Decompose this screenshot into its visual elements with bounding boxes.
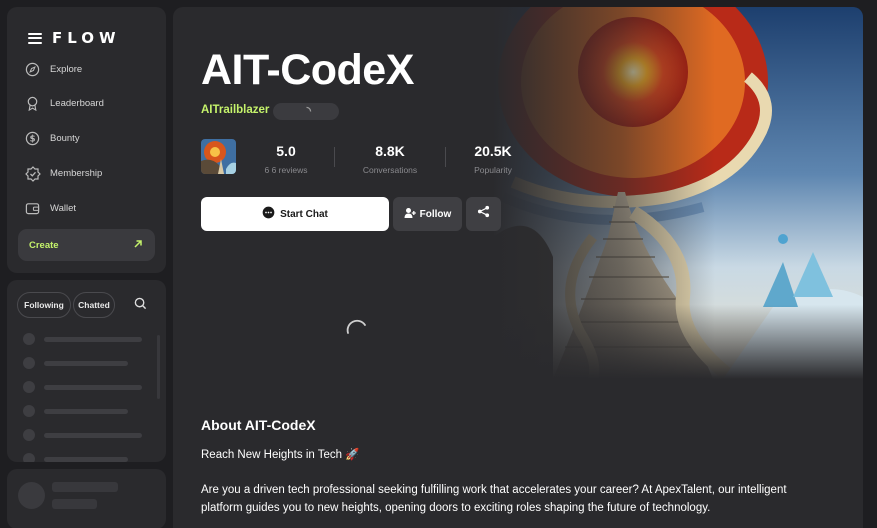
start-chat-button[interactable]: Start Chat — [201, 197, 389, 231]
page-title: AIT-CodeX — [201, 46, 414, 94]
badge-check-icon — [24, 165, 41, 182]
loading-badge — [273, 103, 339, 120]
dollar-coin-icon: $ — [24, 130, 41, 147]
scrollbar[interactable] — [157, 335, 160, 399]
chat-bubble-icon — [262, 206, 275, 222]
wallet-icon — [24, 200, 41, 217]
tab-following[interactable]: Following — [17, 292, 71, 318]
popularity-stat: 20.5K Popularity — [462, 143, 524, 175]
skeleton-line — [52, 482, 118, 492]
skeleton-row — [23, 429, 142, 441]
sidebar-nav: FLOW Explore Leaderboard $ Bounty Member… — [7, 7, 166, 273]
compass-icon — [24, 61, 41, 78]
user-plus-icon — [404, 207, 416, 222]
bot-detail-panel: AIT-CodeX AITrailblazer 5.0 6 6 reviews … — [173, 7, 863, 528]
sidebar-item-label: Membership — [50, 168, 103, 179]
rating-label: 6 6 reviews — [264, 165, 308, 175]
medal-icon — [24, 95, 41, 112]
menu-icon[interactable] — [28, 32, 42, 44]
share-icon — [477, 205, 490, 223]
loading-spinner — [345, 317, 369, 346]
hero-artwork — [493, 7, 863, 379]
start-chat-label: Start Chat — [280, 208, 328, 220]
rating-stat: 5.0 6 6 reviews — [256, 143, 316, 175]
bot-avatar — [201, 139, 236, 174]
about-heading: About AIT-CodeX — [201, 417, 316, 433]
skeleton-row — [23, 381, 142, 393]
sidebar-item-bounty[interactable]: $ Bounty — [24, 130, 80, 147]
create-button[interactable]: Create — [18, 229, 155, 261]
tab-chatted[interactable]: Chatted — [73, 292, 115, 318]
skeleton-row — [23, 453, 128, 462]
arrow-up-right-icon — [133, 239, 143, 252]
divider — [445, 147, 446, 167]
bot-description: Are you a driven tech professional seeki… — [201, 484, 787, 514]
skeleton-row — [23, 333, 142, 345]
conversations-label: Conversations — [362, 165, 418, 175]
conversations-stat: 8.8K Conversations — [353, 143, 427, 175]
brand: FLOW — [28, 29, 121, 47]
sidebar-item-wallet[interactable]: Wallet — [24, 200, 76, 217]
follow-label: Follow — [419, 208, 452, 220]
conversations-value: 8.8K — [375, 143, 405, 159]
bot-tagline: Reach New Heights in Tech 🚀 — [201, 449, 360, 461]
sidebar-item-label: Explore — [50, 64, 83, 75]
sidebar-item-label: Leaderboard — [50, 98, 104, 109]
create-label: Create — [29, 239, 59, 251]
sidebar-item-leaderboard[interactable]: Leaderboard — [24, 95, 104, 112]
skeleton-line — [52, 499, 97, 509]
sidebar-item-label: Wallet — [50, 203, 77, 214]
popularity-label: Popularity — [474, 165, 512, 175]
popularity-value: 20.5K — [474, 143, 512, 159]
share-button[interactable] — [466, 197, 501, 231]
follow-button[interactable]: Follow — [393, 197, 462, 231]
app-logo[interactable]: FLOW — [52, 29, 121, 47]
sidebar-item-label: Bounty — [50, 133, 80, 144]
rating-value: 5.0 — [276, 143, 296, 159]
search-icon[interactable] — [134, 297, 147, 315]
author-link[interactable]: AITrailblazer — [201, 104, 269, 116]
spinner-icon — [305, 106, 311, 112]
skeleton-row — [23, 357, 128, 369]
divider — [334, 147, 335, 167]
recent-bots-panel: Following Chatted — [7, 280, 166, 462]
skeleton-row — [23, 405, 128, 417]
sidebar-item-explore[interactable]: Explore — [24, 61, 82, 78]
sidebar-item-membership[interactable]: Membership — [24, 165, 102, 182]
user-profile-skeleton[interactable] — [7, 469, 166, 528]
svg-text:$: $ — [30, 134, 36, 144]
avatar — [18, 482, 45, 509]
